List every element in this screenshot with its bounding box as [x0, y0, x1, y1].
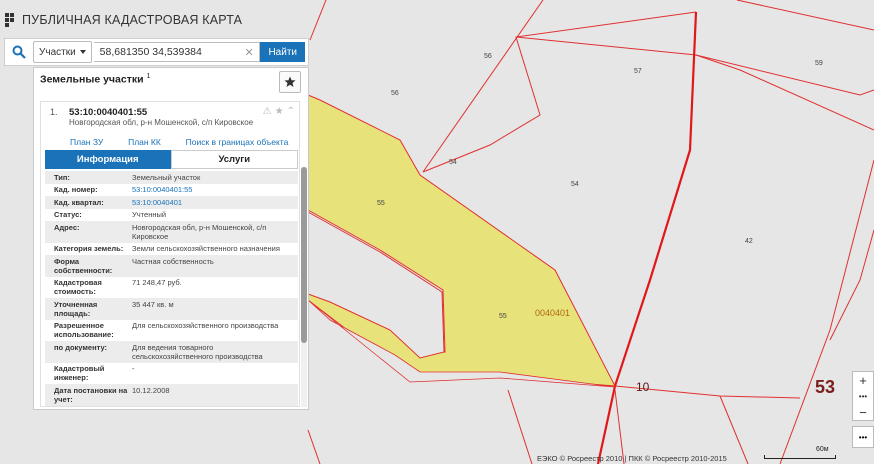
map-attribution: ЕЭКО © Росреестр 2010 | ПКК © Росреестр … — [537, 454, 727, 463]
panel-title-text: Земельные участки — [40, 73, 144, 86]
search-type-label: Участки — [39, 46, 76, 58]
panel-title: Земельные участки 1 — [40, 73, 150, 86]
more-tools-button[interactable]: ••• — [852, 426, 874, 448]
clear-icon[interactable]: ✕ — [244, 46, 256, 59]
zoom-out-button[interactable]: − — [853, 404, 873, 420]
row-key: Кад. квартал: — [54, 197, 104, 207]
row-key: Адрес: — [54, 222, 80, 232]
favorites-button[interactable] — [279, 71, 301, 93]
map-label: 56 — [391, 90, 399, 97]
card-actions: ⚠ ★ ⌃ — [263, 106, 295, 117]
star-icon — [284, 76, 296, 87]
app-title: ПУБЛИЧНАЯ КАДАСТРОВАЯ КАРТА — [22, 13, 243, 27]
row-value: Учтенный — [132, 210, 167, 219]
info-table: Тип: Земельный участок Кад. номер: 53:10:0… — [45, 171, 298, 406]
row-value: Земли сельскохозяйственного назначения — [132, 244, 280, 253]
row-key: Дата постановки на учет: — [54, 385, 128, 404]
row-value: Частная собственность — [132, 256, 214, 266]
row-value: Новгородская обл, р-н Мошенской, с/п Кир… — [132, 222, 267, 241]
row-value: Для сельскохозяйственного производства — [132, 321, 279, 330]
zoom-control: + ••• − — [852, 371, 874, 421]
results-panel: Земельные участки 1 1. 53:10:0040401:55 … — [33, 67, 309, 410]
scrollbar-thumb[interactable] — [301, 167, 307, 343]
result-cad-number: 53:10:0040401:55 — [69, 107, 148, 118]
map-label: 57 — [634, 68, 642, 75]
search-type-select[interactable]: Участки — [33, 41, 92, 63]
quarter-number: 10 — [636, 380, 650, 394]
row-key: Разрешенное использование: — [54, 321, 114, 339]
row-value: - — [132, 364, 135, 373]
row-value: 71 248,47 руб. — [132, 278, 182, 287]
table-row: по документу: Для ведения товарного сельс… — [45, 341, 298, 363]
table-row: Тип: Земельный участок — [45, 171, 298, 184]
map-label: 54 — [571, 181, 579, 188]
search-input[interactable] — [93, 42, 261, 62]
result-card[interactable]: 1. 53:10:0040401:55 Новгородская обл, р-… — [40, 101, 300, 407]
star-icon[interactable]: ★ — [275, 106, 284, 117]
table-row: Дата постановки на учет: 10.12.2008 — [45, 384, 298, 406]
tab-services[interactable]: Услуги — [170, 150, 298, 169]
row-key: Кадастровый инженер: — [54, 364, 105, 382]
row-value: 35 447 кв. м — [132, 299, 174, 309]
app-header: ПУБЛИЧНАЯ КАДАСТРОВАЯ КАРТА — [4, 10, 242, 30]
table-row: Кадастровая стоимость: 71 248,47 руб. — [45, 277, 298, 299]
row-key: Кад. номер: — [54, 185, 98, 194]
warning-icon[interactable]: ⚠ — [263, 106, 272, 117]
result-index: 1. — [50, 107, 58, 117]
table-row: Адрес: Новгородская обл, р-н Мошенской, с… — [45, 221, 298, 243]
chevron-down-icon — [79, 50, 86, 54]
table-row: Кад. номер: 53:10:0040401:55 — [45, 184, 298, 197]
row-key: Тип: — [54, 172, 70, 182]
search-bar: Участки ✕ Найти — [4, 38, 309, 66]
row-value-link[interactable]: 53:10:0040401:55 — [132, 185, 298, 194]
chevron-up-icon[interactable]: ⌃ — [287, 106, 295, 117]
row-key: Уточненная площадь: — [54, 299, 98, 318]
row-key: Кадастровая стоимость: — [54, 278, 102, 296]
map-label: 42 — [745, 238, 753, 245]
table-row: Уточненная площадь: 35 447 кв. м — [45, 298, 298, 320]
scale-label: 60м — [816, 446, 829, 453]
table-row: Категория земель: Земли сельскохозяйствен… — [45, 243, 298, 256]
scale-bar — [764, 455, 836, 459]
row-key: Статус: — [54, 210, 82, 219]
panel-count: 1 — [146, 73, 151, 80]
map-label: 55 — [499, 313, 507, 320]
district-number: 53 — [815, 377, 836, 397]
row-value: 10.12.2008 — [132, 385, 170, 395]
table-row: Кадастровый инженер: - — [45, 363, 298, 385]
table-row: Разрешенное использование: Для сельскохоз… — [45, 320, 298, 342]
map-label: 55 — [377, 200, 385, 207]
row-value: Для ведения товарного сельскохозяйственн… — [132, 342, 263, 361]
zoom-in-button[interactable]: + — [853, 372, 873, 388]
zoom-levels-button[interactable]: ••• — [853, 388, 873, 404]
search-icon[interactable] — [5, 39, 33, 65]
map-label: 54 — [449, 159, 457, 166]
row-key: по документу: — [54, 342, 108, 352]
map-label-quarter: 0040401 — [535, 308, 570, 318]
map-label: 59 — [815, 60, 823, 67]
result-address: Новгородская обл, р-н Мошенской, с/п Кир… — [69, 118, 254, 127]
row-value-link[interactable]: 53:10:0040401 — [132, 198, 298, 207]
table-row: Форма собственности: Частная собственност… — [45, 255, 298, 277]
map-label: 56 — [484, 53, 492, 60]
rosreestr-logo-icon — [5, 13, 14, 27]
table-row: Статус: Учтенный — [45, 209, 298, 222]
card-tabs: Информация Услуги — [45, 150, 298, 169]
panel-header: Земельные участки 1 — [34, 68, 308, 96]
row-value: Земельный участок — [132, 172, 201, 182]
row-key: Форма собственности: — [54, 256, 113, 275]
find-button[interactable]: Найти — [260, 42, 305, 62]
row-key: Категория земель: — [54, 244, 124, 253]
table-row: Кад. квартал: 53:10:0040401 — [45, 196, 298, 209]
tab-info[interactable]: Информация — [45, 150, 171, 169]
